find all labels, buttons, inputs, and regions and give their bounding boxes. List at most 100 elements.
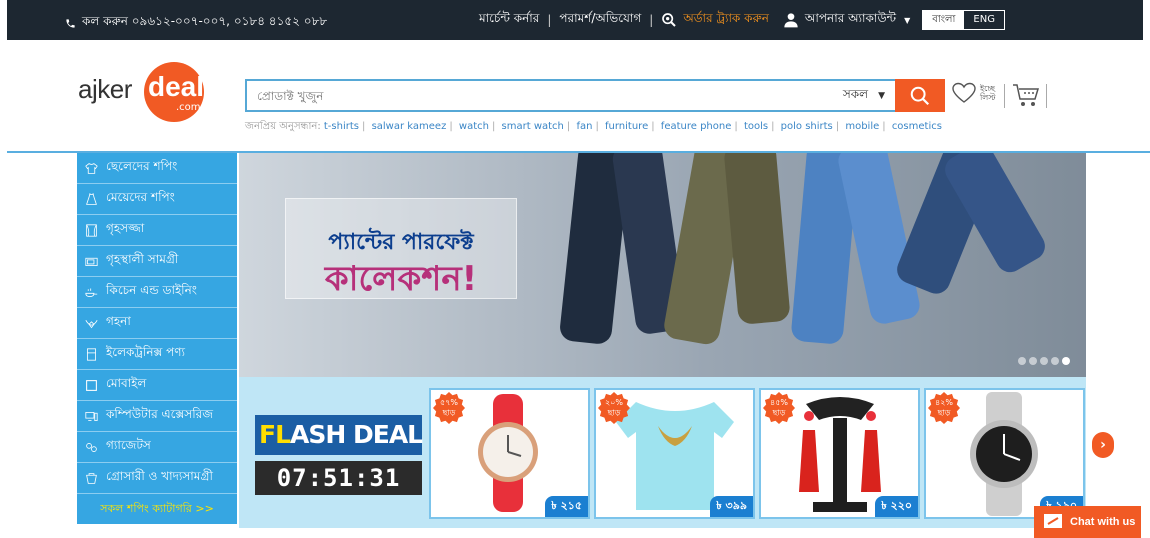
search-input[interactable]: [247, 81, 833, 110]
logo-text-deal: deal: [148, 71, 205, 102]
popular-search-link[interactable]: tools: [744, 121, 768, 132]
mobile-icon: [86, 379, 97, 391]
feedback-link[interactable]: পরামর্শ/অভিযোগ: [559, 10, 641, 30]
account-menu[interactable]: আপনার অ্যাকাউন্ট ▼: [783, 10, 910, 30]
search-icon: [910, 86, 930, 105]
flash-deal-title-b: ASH DEAL: [290, 420, 423, 449]
sidebar-item-kitchen[interactable]: কিচেন এন্ড ডাইনিং: [77, 277, 237, 308]
popular-searches-label: জনপ্রিয় অনুসন্ধান:: [245, 121, 321, 132]
popular-searches: জনপ্রিয় অনুসন্ধান: t-shirts | salwar kam…: [245, 121, 942, 132]
product-card[interactable]: ৪৫% ছাড় ৳ ২২০: [759, 388, 920, 519]
banner-dot-active[interactable]: [1062, 357, 1070, 365]
jewelry-icon: [85, 319, 98, 328]
banner-dot[interactable]: [1040, 357, 1048, 365]
sidebar-item-grocery[interactable]: গ্রোসারী ও খাদ্যসামগ্রী: [77, 463, 237, 494]
popular-search-link[interactable]: fan: [576, 121, 592, 132]
sidebar-item-mobile[interactable]: মোবাইল: [77, 370, 237, 401]
wishlist-label: ইচ্ছে লিস্ট: [980, 84, 996, 102]
banner-dot[interactable]: [1018, 357, 1026, 365]
popular-search-link[interactable]: t-shirts: [324, 121, 359, 132]
language-switch: বাংলা ENG: [922, 10, 1005, 30]
sidebar-item-label: গ্যাজেটস: [106, 438, 151, 452]
popular-search-link[interactable]: cosmetics: [892, 121, 942, 132]
cart-icon: [1013, 84, 1040, 106]
sidebar-item-label: গৃহসজ্জা: [106, 221, 145, 235]
computer-icon: [85, 411, 98, 421]
kitchen-icon: [85, 287, 98, 297]
sidebar-item-label: কিচেন এন্ড ডাইনিং: [106, 283, 197, 297]
track-order-link[interactable]: অর্ডার ট্র্যাক করুন: [661, 10, 769, 30]
chat-icon: [1044, 514, 1062, 528]
hero-banner[interactable]: প্যান্টের পারফেক্ট কালেকশন!: [239, 153, 1086, 377]
divider: |: [649, 13, 654, 27]
lang-english-button[interactable]: ENG: [964, 11, 1004, 29]
phone-text: কল করুন ০৯৬১২-০০৭-০০৭, ০১৮৪ ৪১৫২ ০৮৮: [82, 14, 328, 28]
flash-deal-timer: 07:51:31: [255, 461, 422, 495]
divider: |: [547, 13, 552, 27]
sidebar-item-computer[interactable]: কম্পিউটার এক্সেসরিজ: [77, 401, 237, 432]
curtain-icon: [86, 223, 97, 237]
fridge-icon: [87, 347, 96, 361]
chat-button[interactable]: Chat with us: [1034, 506, 1141, 538]
sidebar-item-electronics[interactable]: ইলেকট্রনিক্স পণ্য: [77, 339, 237, 370]
banner-dot[interactable]: [1029, 357, 1037, 365]
tshirt-icon: [85, 162, 98, 174]
discount-off: ছাড়: [607, 408, 621, 417]
category-sidebar: ছেলেদের শপিং মেয়েদের শপিং গৃহসজ্জা গৃহস…: [77, 153, 237, 524]
popular-search-link[interactable]: feature phone: [661, 121, 732, 132]
logo-text-com: .com: [176, 102, 201, 113]
product-card[interactable]: ২০% ছাড় ৳ ৩৯৯: [594, 388, 755, 519]
account-label: আপনার অ্যাকাউন্ট: [804, 11, 897, 25]
carousel-next-button[interactable]: ›: [1092, 432, 1114, 458]
appliance-icon: [85, 257, 98, 266]
gadget-icon: [86, 442, 97, 452]
discount-off: ছাড়: [442, 408, 456, 417]
merchant-corner-link[interactable]: মার্চেন্ট কর্নার: [479, 10, 539, 30]
cart-button[interactable]: [1012, 82, 1040, 112]
popular-search-link[interactable]: watch: [459, 121, 489, 132]
sidebar-item-womens[interactable]: মেয়েদের শপিং: [77, 184, 237, 215]
discount-off: ছাড়: [937, 408, 951, 417]
category-select[interactable]: সকল ▼: [833, 86, 895, 106]
phone-icon: [66, 18, 75, 28]
banner-pagination: [1018, 357, 1070, 365]
category-select-value: সকল: [842, 86, 869, 101]
search-button[interactable]: [895, 79, 945, 112]
discount-value: ৪২%: [935, 398, 953, 407]
banner-model: [723, 153, 791, 325]
popular-search-link[interactable]: furniture: [605, 121, 648, 132]
sidebar-item-jewelry[interactable]: গহনা: [77, 308, 237, 339]
popular-search-link[interactable]: polo shirts: [781, 121, 833, 132]
sidebar-item-home-decor[interactable]: গৃহসজ্জা: [77, 215, 237, 246]
discount-value: ২০%: [604, 398, 623, 407]
wishlist-link[interactable]: ইচ্ছে লিস্ট: [952, 82, 996, 104]
track-order-label: অর্ডার ট্র্যাক করুন: [683, 11, 769, 25]
wishlist-line1: ইচ্ছে: [980, 84, 995, 93]
divider: [1046, 84, 1047, 108]
all-categories-link[interactable]: সকল শপিং ক্যাটাগরি >>: [77, 494, 237, 524]
phone-info: কল করুন ০৯৬১২-০০৭-০০৭, ০১৮৪ ৪১৫২ ০৮৮: [65, 13, 327, 33]
logo-text-ajker: ajker: [78, 74, 132, 104]
popular-search-link[interactable]: salwar kameez: [372, 121, 447, 132]
lang-bangla-button[interactable]: বাংলা: [923, 11, 965, 29]
product-price: ৳ ৩৯৯: [710, 496, 753, 517]
site-logo[interactable]: ajker deal .com: [78, 58, 238, 128]
sidebar-item-label: গৃহস্থালী সামগ্রী: [106, 252, 179, 266]
grocery-icon: [86, 472, 97, 484]
sidebar-item-household[interactable]: গৃহস্থালী সামগ্রী: [77, 246, 237, 277]
product-card[interactable]: ৪২%ছাড় ৳ ১৯০: [924, 388, 1085, 519]
user-icon: [784, 13, 798, 28]
sidebar-item-label: ইলেকট্রনিক্স পণ্য: [106, 345, 186, 359]
popular-search-link[interactable]: mobile: [845, 121, 879, 132]
product-card[interactable]: ৫৭% ছাড় ৳ ২১৫: [429, 388, 590, 519]
sidebar-item-mens[interactable]: ছেলেদের শপিং: [77, 153, 237, 184]
product-price: ৳ ২২০: [875, 496, 918, 517]
discount-value: ৫৭%: [440, 398, 458, 407]
sidebar-item-label: গহনা: [106, 314, 131, 328]
discount-off: ছাড়: [772, 408, 786, 417]
sidebar-item-gadgets[interactable]: গ্যাজেটস: [77, 432, 237, 463]
banner-dot[interactable]: [1051, 357, 1059, 365]
track-icon: [662, 13, 677, 27]
popular-search-link[interactable]: smart watch: [502, 121, 564, 132]
banner-text-box: প্যান্টের পারফেক্ট কালেকশন!: [285, 198, 517, 299]
